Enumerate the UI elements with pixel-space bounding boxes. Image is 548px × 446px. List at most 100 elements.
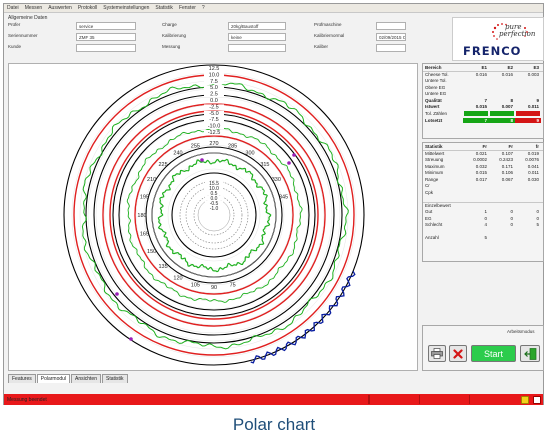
menu-item-statistik[interactable]: Statistik: [155, 4, 173, 13]
field-kunde[interactable]: [76, 44, 136, 52]
single-eval-cell: 0: [536, 209, 539, 215]
results-row-label: Istwert: [425, 104, 440, 110]
tab-ansichten[interactable]: Ansichten: [71, 374, 101, 383]
single-eval-cell: 0: [510, 222, 513, 228]
single-eval-header: Einzelbewert: [423, 201, 543, 209]
count-row: Anzahl 5: [423, 234, 543, 241]
stats-header-col: Fr: [508, 143, 514, 149]
menu-item-protokoll[interactable]: Protokoll: [78, 4, 97, 13]
polar-chart[interactable]: 12.5 10.0 7.5 5.0 2.5 0.0 -2.5 -5.0 -7.5 -10.0 -12…: [8, 63, 418, 371]
stats-cell: 0.015: [475, 170, 487, 176]
field-pruefer[interactable]: service: [76, 22, 136, 30]
results-cell: 8: [489, 117, 515, 123]
stats-row: Minimum 0.015 0.106 0.011: [423, 169, 543, 176]
stats-row-label: Mittelwert: [425, 150, 445, 156]
stats-cell: 0.171: [501, 163, 513, 169]
results-row-label: Untere EG: [425, 91, 447, 97]
single-eval-row-label: EG: [425, 215, 432, 221]
results-cell: 0.003: [527, 71, 539, 77]
single-eval-cell: 0: [484, 215, 487, 221]
scale-label-upper: -10.0: [208, 124, 221, 130]
stats-cell: 0.107: [501, 150, 513, 156]
stats-cell: 0.032: [475, 163, 487, 169]
results-cell: 7: [463, 117, 489, 123]
results-row-label: Untere Tol.: [425, 77, 447, 83]
alert-icon[interactable]: [533, 395, 541, 404]
tab-features[interactable]: Features: [8, 374, 36, 383]
field-label-pruefmaschine: Prüfmaschine: [314, 22, 342, 27]
stats-row-label: Cr: [425, 183, 430, 189]
single-eval-row: Gut 1 0 0: [423, 208, 543, 215]
exit-button[interactable]: [520, 345, 540, 362]
stats-row-label: Maximum: [425, 163, 445, 169]
field-charge[interactable]: 20kg/Baustoff: [228, 22, 286, 30]
angle-label: 180: [137, 213, 146, 219]
stats-row-label: Streuung: [425, 156, 444, 162]
stats-row-label: Minimum: [425, 170, 444, 176]
print-button[interactable]: [428, 345, 446, 362]
single-eval-cell: 0: [510, 215, 513, 221]
menu-item-fenster[interactable]: Fenster: [179, 4, 196, 13]
field-seriennummer[interactable]: ZMF 35: [76, 33, 136, 41]
menu-item-datei[interactable]: Datei: [7, 4, 19, 13]
scale-label-upper: -2.5: [209, 104, 218, 110]
single-eval-cell: 5: [536, 222, 539, 228]
field-messung[interactable]: [228, 44, 286, 52]
field-kaliber[interactable]: [376, 44, 406, 52]
results-panel: Bereich E1 E2 E3 Cheese Tol. 0.016 0.016…: [422, 63, 544, 139]
statistics-panel: Statistik Fr Fr fr Mittelwert 0.021 0.10…: [422, 142, 544, 262]
menu-item-auswerten[interactable]: Auswerten: [48, 4, 72, 13]
logo-tagline-perfection: perfection: [499, 30, 536, 38]
field-label-seriennummer: Seriennummer: [8, 33, 38, 38]
field-pruefmaschine[interactable]: [376, 22, 406, 30]
results-row-label: Tol. Zählen: [425, 110, 448, 116]
scale-label-upper: 12.5: [209, 66, 220, 72]
stats-cell: 0.030: [527, 176, 539, 182]
field-kalibrierung[interactable]: keine: [228, 33, 286, 41]
stats-row: Cpk: [423, 189, 543, 196]
scale-label-upper: -7.5: [209, 117, 218, 123]
results-header-label: Bereich: [425, 64, 442, 70]
menu-item-help[interactable]: ?: [202, 4, 205, 13]
angle-label: 210: [147, 177, 156, 183]
stats-row: Range 0.017 0.067 0.030: [423, 176, 543, 183]
angle-label: 255: [191, 143, 200, 149]
cancel-button[interactable]: [449, 345, 467, 362]
stats-cell: 0.019: [527, 150, 539, 156]
results-row-tolerance-bars: Tol. Zählen: [423, 110, 543, 117]
menu-item-messen[interactable]: Messen: [25, 4, 43, 13]
results-cell: 0.011: [527, 104, 539, 110]
tolerance-indicator-e1: [464, 110, 488, 116]
angle-label: 90: [211, 285, 217, 291]
menu-item-systemeinstellungen[interactable]: Systemeinstellungen: [103, 4, 149, 13]
stats-header-label: Statistik: [425, 143, 443, 149]
warning-icon[interactable]: [521, 395, 529, 404]
single-eval-label: Einzelbewert: [425, 203, 451, 209]
tab-polarmodul[interactable]: Polarmodul: [36, 374, 71, 383]
general-data-label: Allgemeine Daten: [8, 15, 48, 21]
tab-statistik[interactable]: Statistik: [102, 374, 128, 383]
angle-label: 195: [140, 194, 149, 200]
results-header-e3: E3: [533, 64, 539, 70]
stats-cell: 0.0076: [525, 156, 539, 162]
results-row-label: Obere EG: [425, 84, 446, 90]
start-button[interactable]: Start: [471, 345, 516, 362]
logo-brand-name: FRENCO: [463, 44, 522, 58]
stats-cell: 0.017: [475, 176, 487, 182]
results-cell: 8: [510, 97, 513, 103]
tolerance-indicator-e2: [490, 110, 514, 116]
stats-row-label: Range: [425, 176, 439, 182]
actions-panel: Arbeitsmodus Start: [422, 325, 544, 371]
field-kalibriernormal[interactable]: 02/09/2015 CT: [376, 33, 406, 41]
menu-bar: Datei Messen Auswerten Protokoll Systeme…: [4, 4, 543, 13]
exit-door-icon: [523, 347, 536, 360]
field-label-kunde: Kunde: [8, 44, 22, 49]
stats-cell: 0.021: [475, 150, 487, 156]
general-data-form: Prüfer service Seriennummer ZMF 35 Kunde…: [8, 22, 408, 60]
single-eval-cell: 0: [536, 215, 539, 221]
stats-row: Cr: [423, 183, 543, 190]
results-row-label: Qualität: [425, 97, 442, 103]
status-segment: [469, 395, 519, 404]
tolerance-indicator-e3: [516, 110, 540, 116]
stats-cell: 0.0002: [473, 156, 487, 162]
